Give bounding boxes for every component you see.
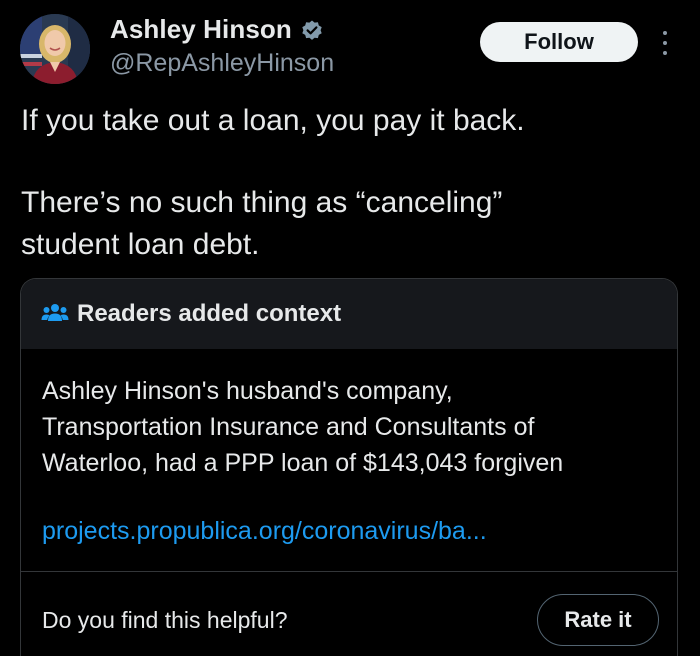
author-handle[interactable]: @RepAshleyHinson	[110, 49, 334, 78]
community-note-card: Readers added context Ashley Hinson's hu…	[20, 278, 678, 656]
tweet-text-line: There’s no such thing as “canceling”	[21, 186, 503, 219]
author-display-name[interactable]: Ashley Hinson	[110, 14, 292, 45]
community-note-title: Readers added context	[77, 300, 342, 327]
tweet-text-line: student loan debt.	[21, 228, 260, 261]
helpful-question: Do you find this helpful?	[42, 607, 288, 633]
divider	[21, 571, 677, 572]
community-note-body-line: Waterloo, had a PPP loan of $143,043 for…	[42, 449, 564, 477]
tweet-text-line: If you take out a loan, you pay it back.	[21, 104, 525, 137]
community-note-body-line: Transportation Insurance and Consultants…	[42, 413, 535, 441]
more-options-icon[interactable]	[655, 28, 675, 58]
author-name-row[interactable]: Ashley Hinson	[110, 14, 324, 45]
more-dot	[663, 51, 667, 55]
more-dot	[663, 41, 667, 45]
verified-badge-icon	[300, 19, 324, 43]
rate-it-button[interactable]: Rate it	[537, 594, 659, 646]
community-note-source-link[interactable]: projects.propublica.org/coronavirus/ba..…	[42, 517, 487, 546]
avatar[interactable]	[20, 14, 90, 84]
community-note-header: Readers added context	[21, 279, 677, 349]
profile-photo-icon	[20, 14, 90, 84]
more-dot	[663, 31, 667, 35]
people-icon	[41, 302, 69, 326]
tweet-page: Ashley Hinson @RepAshleyHinson Follow If…	[0, 0, 700, 656]
community-note-body-line: Ashley Hinson's husband's company,	[42, 377, 453, 405]
follow-button[interactable]: Follow	[480, 22, 638, 62]
